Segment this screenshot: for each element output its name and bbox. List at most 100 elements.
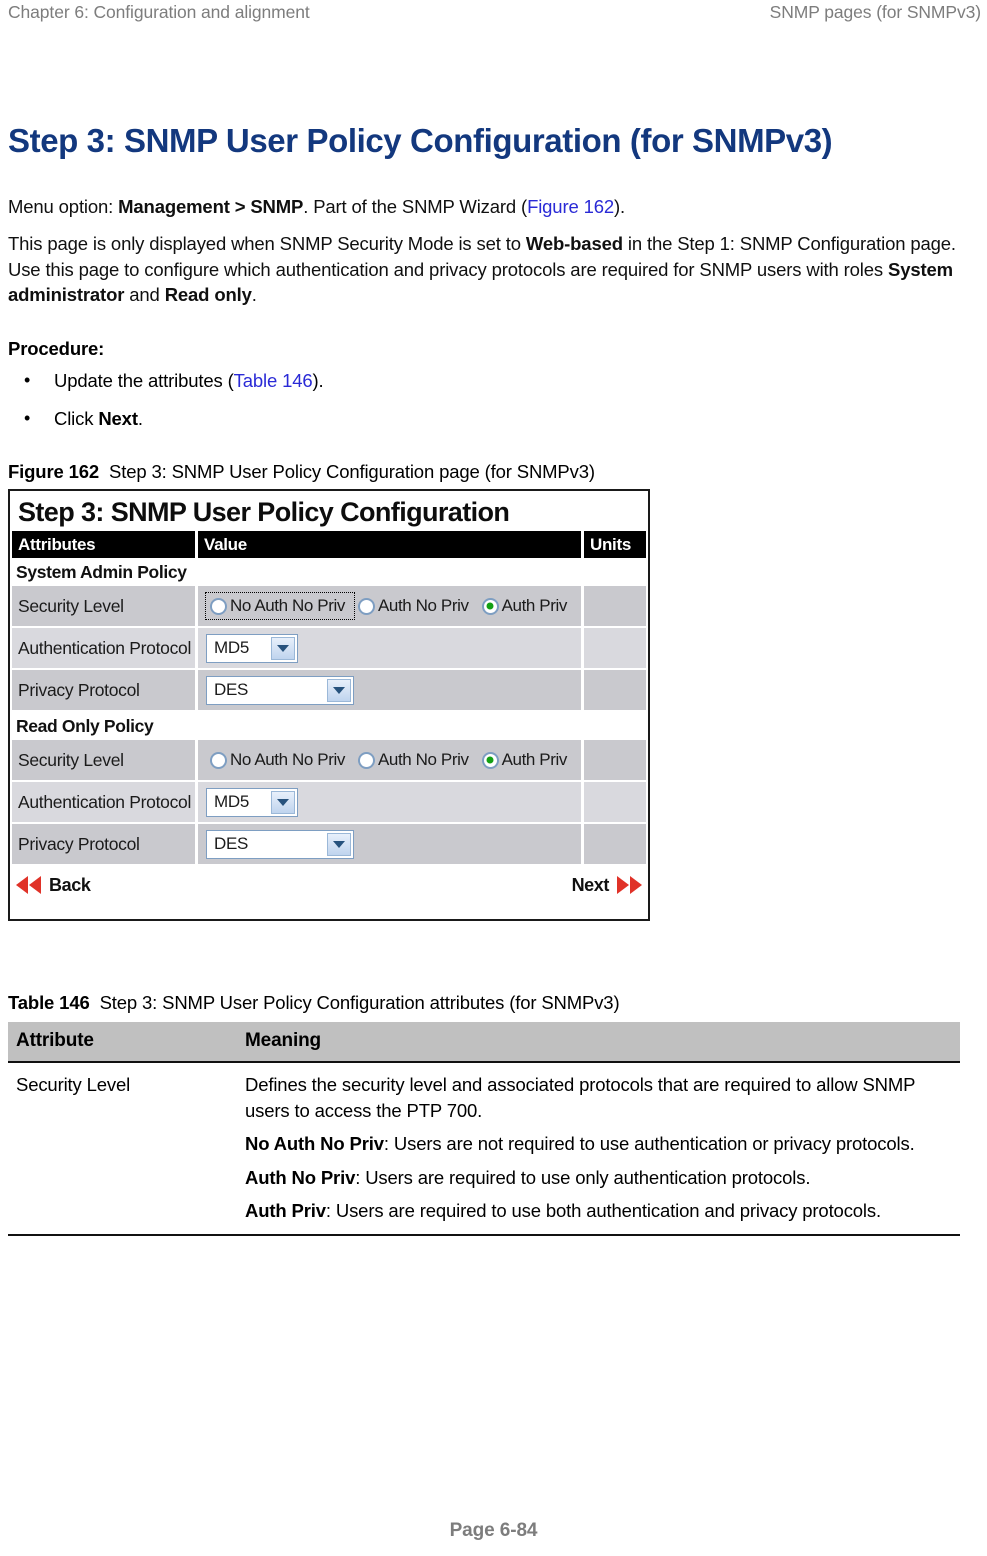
- desc-s4: .: [251, 284, 257, 305]
- row-value: No Auth No Priv Auth No Priv Auth Priv: [198, 586, 581, 626]
- procedure-item-0-pre: Update the attributes (: [54, 370, 234, 391]
- procedure-item-1-post: .: [137, 408, 143, 429]
- next-button-label: Next: [571, 874, 610, 895]
- list-item: • Update the attributes (Table 146).: [8, 368, 608, 393]
- chevron-down-icon[interactable]: [271, 790, 295, 814]
- radio-icon[interactable]: [210, 597, 227, 615]
- row-label-authentication-protocol: Authentication Protocol: [12, 628, 195, 668]
- desc-s1: This page is only displayed when SNMP Se…: [8, 233, 526, 254]
- row-value: No Auth No Priv Auth No Priv Auth Priv: [198, 740, 581, 780]
- meaning-text-3: : Users are required to use both authent…: [325, 1200, 881, 1221]
- table-row: Privacy Protocol DES: [12, 670, 646, 710]
- meaning-term-auth-no-priv: Auth No Priv: [245, 1166, 356, 1188]
- page-content: Step 3: SNMP User Policy Configuration (…: [0, 0, 987, 1556]
- table-cross-reference[interactable]: Table 146: [234, 370, 313, 391]
- meaning-text-2: : Users are required to use only authent…: [355, 1166, 811, 1188]
- double-chevron-left-icon: [16, 876, 41, 894]
- menu-path: Management > SNMP: [118, 196, 304, 217]
- authentication-protocol-select-readonly[interactable]: MD5: [206, 787, 298, 817]
- procedure-item-1-bold: Next: [98, 408, 138, 429]
- next-button[interactable]: Next: [572, 875, 642, 896]
- figure-label: Figure 162: [8, 461, 100, 482]
- radio-auth-priv-admin[interactable]: Auth Priv: [478, 593, 576, 619]
- meaning-term-no-auth-no-priv: No Auth No Priv: [245, 1133, 384, 1154]
- meaning-text-1: : Users are not required to use authenti…: [383, 1133, 915, 1154]
- select-value: DES: [214, 680, 249, 699]
- double-chevron-right-icon: [617, 876, 642, 894]
- wizard-navigation: Back Next: [16, 868, 642, 902]
- meaning-term-auth-priv: Auth Priv: [245, 1200, 326, 1221]
- procedure-heading: Procedure:: [8, 338, 105, 359]
- column-header-units: Units: [584, 531, 646, 558]
- desc-s3: and: [124, 284, 165, 305]
- radio-icon[interactable]: [210, 751, 227, 769]
- radio-label: Auth No Priv: [377, 750, 469, 769]
- radio-label: No Auth No Priv: [230, 750, 345, 769]
- column-header-meaning: Meaning: [237, 1022, 960, 1063]
- row-value: DES: [198, 670, 581, 710]
- column-header-attribute: Attribute: [8, 1022, 237, 1063]
- select-value: MD5: [214, 792, 249, 811]
- row-label-authentication-protocol-ro: Authentication Protocol: [12, 782, 195, 822]
- radio-auth-priv-readonly[interactable]: Auth Priv: [478, 747, 576, 773]
- row-value: MD5: [198, 628, 581, 668]
- screenshot-title: Step 3: SNMP User Policy Configuration: [18, 497, 510, 527]
- row-units: [584, 628, 646, 668]
- privacy-protocol-select-readonly[interactable]: DES: [206, 829, 354, 859]
- procedure-item-0-post: ).: [312, 370, 324, 391]
- meaning-para-2: Auth No Priv: Users are required to use …: [245, 1165, 950, 1191]
- radio-auth-no-priv-admin[interactable]: Auth No Priv: [354, 593, 478, 619]
- radio-label: Auth No Priv: [377, 596, 469, 615]
- chevron-down-icon[interactable]: [327, 832, 351, 856]
- section-heading-system-admin-policy: System Admin Policy: [16, 562, 187, 582]
- attributes-table: Attribute Meaning Security Level Defines…: [8, 1022, 960, 1236]
- authentication-protocol-select-admin[interactable]: MD5: [206, 633, 298, 663]
- table-row: Security Level No Auth No Priv Auth No P…: [12, 586, 646, 626]
- page-title: Step 3: SNMP User Policy Configuration (…: [8, 122, 833, 159]
- chevron-down-icon[interactable]: [271, 636, 295, 660]
- security-level-radio-group-admin[interactable]: No Auth No Priv Auth No Priv Auth Priv: [205, 592, 576, 620]
- privacy-protocol-select-admin[interactable]: DES: [206, 675, 354, 705]
- radio-no-auth-no-priv-readonly[interactable]: No Auth No Priv: [206, 747, 354, 773]
- radio-icon[interactable]: [357, 597, 375, 615]
- back-button[interactable]: Back: [16, 875, 91, 896]
- table-header-row: Attribute Meaning: [8, 1022, 960, 1063]
- radio-icon[interactable]: [357, 751, 375, 769]
- meaning-para-3: Auth Priv: Users are required to use bot…: [245, 1198, 950, 1224]
- section-heading-read-only-policy: Read Only Policy: [16, 716, 154, 736]
- row-units: [584, 824, 646, 864]
- menu-option-line: Menu option: Management > SNMP. Part of …: [8, 194, 968, 220]
- figure-cross-reference[interactable]: Figure 162: [527, 196, 614, 217]
- menu-middle: . Part of the SNMP Wizard (: [303, 196, 528, 217]
- radio-icon-selected[interactable]: [481, 751, 499, 769]
- table-row: Authentication Protocol MD5: [12, 628, 646, 668]
- desc-b1: Web-based: [525, 233, 623, 254]
- table-label: Table 146: [8, 992, 90, 1013]
- page-footer: Page 6-84: [449, 1520, 538, 1541]
- row-units: [584, 740, 646, 780]
- row-units: [584, 782, 646, 822]
- radio-auth-no-priv-readonly[interactable]: Auth No Priv: [354, 747, 478, 773]
- screenshot-table-header: Attributes Value Units: [12, 531, 646, 558]
- chevron-down-icon[interactable]: [327, 678, 351, 702]
- procedure-list: • Update the attributes (Table 146). • Cli…: [8, 368, 608, 444]
- table-caption-text: Step 3: SNMP User Policy Configuration a…: [99, 992, 620, 1013]
- row-value: DES: [198, 824, 581, 864]
- row-label-security-level-ro: Security Level: [12, 740, 195, 780]
- table-row: Privacy Protocol DES: [12, 824, 646, 864]
- row-label-privacy-protocol: Privacy Protocol: [12, 670, 195, 710]
- radio-label: No Auth No Priv: [230, 596, 345, 615]
- procedure-item-1-pre: Click: [54, 408, 99, 429]
- select-value: DES: [214, 834, 249, 853]
- list-item: • Click Next.: [8, 406, 608, 431]
- security-level-radio-group-readonly[interactable]: No Auth No Priv Auth No Priv Auth Priv: [206, 747, 576, 773]
- row-label-security-level: Security Level: [12, 586, 195, 626]
- desc-b3: Read only: [164, 284, 252, 305]
- radio-label: Auth Priv: [501, 750, 568, 769]
- table-row: Authentication Protocol MD5: [12, 782, 646, 822]
- column-header-value: Value: [198, 531, 581, 558]
- radio-no-auth-no-priv-admin[interactable]: No Auth No Priv: [205, 592, 355, 620]
- table-row: Security Level No Auth No Priv Auth No P…: [12, 740, 646, 780]
- radio-icon-selected[interactable]: [481, 597, 499, 615]
- description-paragraph: This page is only displayed when SNMP Se…: [8, 231, 958, 308]
